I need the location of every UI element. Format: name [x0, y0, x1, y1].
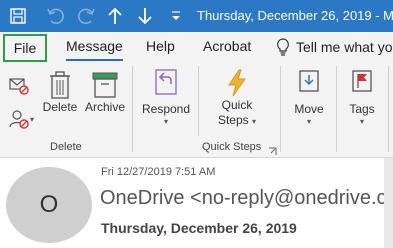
group-separator [132, 66, 133, 152]
group-separator [336, 66, 337, 152]
down-arrow-icon[interactable] [134, 3, 156, 29]
ignore-icon[interactable] [8, 74, 30, 101]
tab-message[interactable]: Message [66, 38, 123, 61]
move-icon [299, 70, 319, 92]
scrollbar[interactable] [384, 158, 393, 248]
ribbon-tabs: File Message Help Acrobat Tell me what y… [0, 32, 393, 62]
undo-icon[interactable] [42, 3, 70, 29]
tab-help[interactable]: Help [146, 38, 175, 54]
archive-label: Archive [84, 100, 125, 114]
flag-icon [352, 70, 372, 92]
group-separator [388, 66, 389, 152]
tags-label: Tags [349, 102, 375, 116]
lightning-bolt-icon [228, 69, 246, 97]
up-arrow-icon[interactable] [104, 3, 126, 29]
ribbon: ▾ Delete Archive Delete Respond ▾ Quick … [0, 62, 393, 158]
message-datetime: Fri 12/27/2019 7:51 AM [101, 166, 216, 178]
respond-button[interactable]: Respond ▾ [142, 68, 190, 126]
tell-me-search[interactable]: Tell me what yo [276, 38, 392, 56]
tab-acrobat[interactable]: Acrobat [203, 38, 251, 54]
quick-steps-label-line2: Steps ▾ [217, 113, 257, 127]
avatar-initial: O [39, 191, 59, 218]
group-separator [198, 66, 199, 136]
tags-button[interactable]: Tags ▾ [344, 68, 380, 126]
tell-me-text: Tell me what yo [296, 39, 393, 55]
tab-help-label: Help [146, 38, 175, 54]
avatar[interactable]: O [6, 167, 92, 243]
chevron-down-icon: ▾ [359, 117, 364, 126]
quick-steps-label-line1: Quick [221, 98, 253, 112]
junk-button[interactable]: ▾ [8, 108, 34, 130]
tab-file[interactable]: File [3, 34, 47, 62]
move-label: Move [294, 102, 324, 116]
trash-icon [50, 71, 70, 99]
move-button[interactable]: Move ▾ [290, 68, 328, 126]
tab-acrobat-label: Acrobat [203, 38, 252, 54]
message-sender[interactable]: OneDrive <no-reply@onedrive.c [100, 187, 387, 210]
tab-file-label: File [13, 40, 37, 56]
lightbulb-icon [277, 38, 289, 56]
group-separator [280, 66, 281, 152]
active-tab-indicator [66, 59, 123, 61]
title-bar: Thursday, December 26, 2019 - Mes [0, 0, 393, 32]
tab-message-label: Message [66, 38, 123, 54]
group-label-quick-steps: Quick Steps [202, 141, 262, 153]
message-subject: Thursday, December 26, 2019 [101, 220, 297, 236]
redo-icon[interactable] [72, 3, 100, 29]
window-title: Thursday, December 26, 2019 - Mes [197, 8, 393, 23]
chevron-down-icon: ▾ [306, 117, 311, 126]
quick-steps-button[interactable]: Quick Steps ▾ [212, 68, 262, 129]
archive-button[interactable]: Archive [84, 70, 126, 115]
respond-label: Respond [141, 102, 191, 116]
archive-icon [92, 72, 118, 98]
customize-dropdown-icon[interactable] [165, 3, 187, 29]
chevron-down-icon: ▾ [30, 114, 35, 124]
group-label-delete: Delete [50, 141, 82, 153]
chevron-down-icon: ▾ [163, 117, 168, 126]
save-icon[interactable] [4, 3, 32, 29]
junk-icon [9, 110, 29, 129]
delete-button[interactable]: Delete [42, 70, 78, 115]
delete-label: Delete [42, 100, 78, 114]
respond-icon [155, 69, 177, 95]
